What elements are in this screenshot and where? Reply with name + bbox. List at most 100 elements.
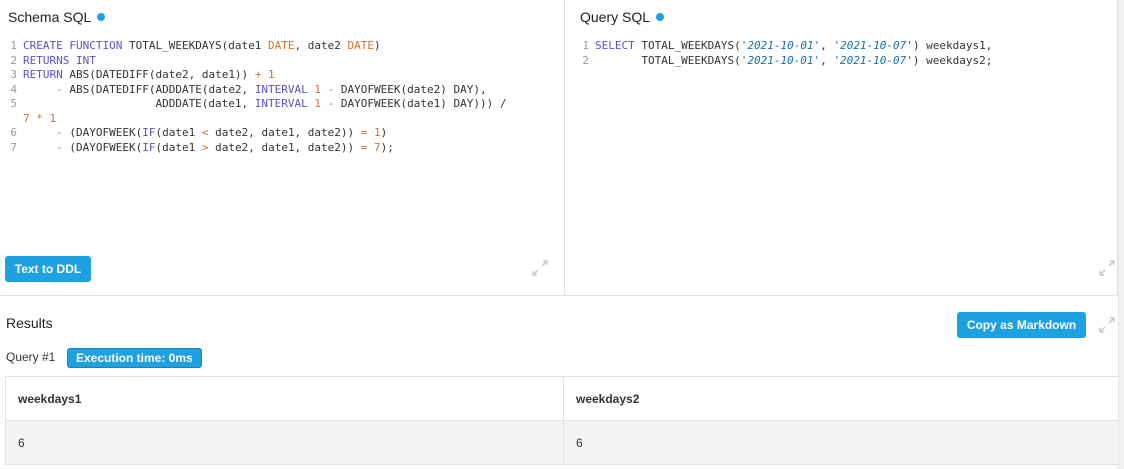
- code-text: - (DAYOFWEEK(IF(date1 > date2, date1, da…: [23, 141, 394, 156]
- code-token: DATE: [347, 39, 375, 52]
- code-text: SELECT TOTAL_WEEKDAYS('2021-10-01', '202…: [595, 39, 992, 54]
- code-line: 2 TOTAL_WEEKDAYS('2021-10-01', '2021-10-…: [565, 54, 1117, 69]
- code-token: TOTAL_WEEKDAYS(: [595, 53, 741, 67]
- line-number: 2: [582, 53, 589, 67]
- code-text: CREATE FUNCTION TOTAL_WEEKDAYS(date1 DAT…: [23, 39, 381, 54]
- schema-title: Schema SQL: [8, 9, 106, 25]
- code-token: date2, date1, date2)): [208, 140, 361, 154]
- results-table: weekdays1 weekdays2 6 6: [5, 376, 1119, 465]
- line-number: 7: [10, 140, 17, 154]
- results-title: Results: [6, 315, 53, 331]
- copy-as-markdown-button[interactable]: Copy as Markdown: [957, 312, 1086, 338]
- code-token: INTERVAL: [254, 97, 308, 110]
- code-text: RETURNS INT: [23, 54, 96, 69]
- status-dot-icon: [97, 13, 106, 21]
- schema-code-editor[interactable]: 1 CREATE FUNCTION TOTAL_WEEKDAYS(date1 DA…: [0, 39, 564, 155]
- code-token: = 1: [360, 126, 381, 139]
- code-text: RETURN ABS(DATEDIFF(date2, date1)) + 1: [23, 68, 275, 83]
- code-token: RETURN: [23, 68, 63, 81]
- table-row: 6 6: [5, 420, 1119, 465]
- code-token: ): [374, 39, 381, 52]
- code-text: ADDDATE(date1, INTERVAL 1 - DAYOFWEEK(da…: [23, 97, 506, 112]
- code-token: DAYOFWEEK(date1) DAY))) /: [334, 97, 507, 110]
- query-number-label: Query #1: [6, 350, 56, 364]
- code-line: 7 - (DAYOFWEEK(IF(date1 > date2, date1, …: [0, 141, 564, 156]
- query-code-editor[interactable]: 1 SELECT TOTAL_WEEKDAYS('2021-10-01', '20…: [565, 39, 1117, 68]
- code-token: ) weekdays2;: [912, 53, 993, 67]
- table-cell: 6: [5, 420, 564, 465]
- code-line: 5 ADDDATE(date1, INTERVAL 1 - DAYOFWEEK(…: [0, 97, 564, 112]
- code-text: 7 * 1: [23, 112, 56, 127]
- expand-icon[interactable]: [531, 259, 549, 277]
- code-token: DATE: [268, 39, 295, 52]
- code-token: date2, date1, date2)): [208, 126, 361, 139]
- query-title-label: Query SQL: [580, 9, 651, 25]
- code-token: ) weekdays1,: [912, 39, 993, 52]
- line-number: 6: [10, 126, 17, 139]
- code-token: '2021-10-07': [833, 53, 913, 67]
- expand-icon[interactable]: [1098, 259, 1116, 277]
- code-line: 4 - ABS(DATEDIFF(ADDDATE(date2, INTERVAL…: [0, 83, 564, 98]
- line-number: 2: [10, 53, 17, 67]
- code-token: ABS(DATEDIFF(ADDDATE(date2,: [62, 82, 255, 96]
- status-dot-icon: [656, 13, 665, 21]
- execution-time-badge: Execution time: 0ms: [67, 348, 202, 368]
- code-token: (date1: [155, 126, 202, 139]
- code-token: -: [56, 140, 63, 154]
- code-text: TOTAL_WEEKDAYS('2021-10-01', '2021-10-07…: [595, 54, 992, 69]
- code-token: '2021-10-07': [833, 39, 913, 52]
- line-number: 1: [582, 39, 589, 52]
- code-token: CREATE FUNCTION: [23, 39, 123, 52]
- line-number: 3: [10, 68, 17, 81]
- code-token: 7 * 1: [23, 111, 57, 125]
- code-token: INTERVAL: [254, 82, 308, 96]
- code-token: IF: [142, 126, 156, 139]
- column-header: weekdays2: [563, 376, 1119, 421]
- expand-icon[interactable]: [1098, 316, 1116, 334]
- code-line: 7 * 1: [0, 112, 564, 127]
- code-token: TOTAL_WEEKDAYS(: [634, 39, 741, 52]
- code-token: RETURNS INT: [23, 53, 96, 67]
- code-token: -: [56, 82, 63, 96]
- column-header: weekdays1: [5, 376, 564, 421]
- code-line: 6 - (DAYOFWEEK(IF(date1 < date2, date1, …: [0, 126, 564, 141]
- code-line: 3 RETURN ABS(DATEDIFF(date2, date1)) + 1: [0, 68, 564, 83]
- text-to-ddl-button[interactable]: Text to DDL: [5, 256, 91, 282]
- line-number: 1: [10, 39, 17, 52]
- code-token: ,: [820, 39, 834, 52]
- code-token: ADDDATE(date1,: [23, 97, 255, 110]
- code-token: ABS(DATEDIFF(date2, date1)): [62, 68, 255, 81]
- code-line: 2 RETURNS INT: [0, 54, 564, 69]
- code-text: - (DAYOFWEEK(IF(date1 < date2, date1, da…: [23, 126, 387, 141]
- schema-panel: Schema SQL 1 CREATE FUNCTION TOTAL_WEEKDA…: [0, 0, 565, 295]
- code-token: IF: [142, 140, 156, 154]
- code-token: SELECT: [595, 39, 635, 52]
- code-token: , date2: [294, 39, 348, 52]
- table-cell: 6: [563, 420, 1119, 465]
- code-token: -: [56, 126, 63, 139]
- schema-title-label: Schema SQL: [8, 9, 92, 25]
- code-token: ): [380, 126, 388, 139]
- table-header-row: weekdays1 weekdays2: [5, 376, 1119, 421]
- code-text: - ABS(DATEDIFF(ADDDATE(date2, INTERVAL 1…: [23, 83, 487, 98]
- code-token: TOTAL_WEEKDAYS(date1: [122, 39, 269, 52]
- panel-divider: [0, 295, 1118, 296]
- code-line: 1 SELECT TOTAL_WEEKDAYS('2021-10-01', '20…: [565, 39, 1117, 54]
- code-token: ,: [820, 53, 834, 67]
- line-number: [0, 112, 23, 127]
- code-token: (DAYOFWEEK(: [62, 140, 143, 154]
- page-scrollbar[interactable]: [1118, 0, 1124, 469]
- code-token: (DAYOFWEEK(: [62, 126, 143, 139]
- query-panel: Query SQL 1 SELECT TOTAL_WEEKDAYS('2021-1…: [565, 0, 1118, 295]
- code-token: + 1: [254, 68, 275, 81]
- code-line: 1 CREATE FUNCTION TOTAL_WEEKDAYS(date1 DA…: [0, 39, 564, 54]
- code-token: DAYOFWEEK(date2) DAY),: [334, 82, 487, 96]
- line-number: 5: [10, 97, 17, 110]
- code-token: = 7: [360, 140, 381, 154]
- line-number: 4: [10, 82, 17, 96]
- code-token: );: [380, 140, 394, 154]
